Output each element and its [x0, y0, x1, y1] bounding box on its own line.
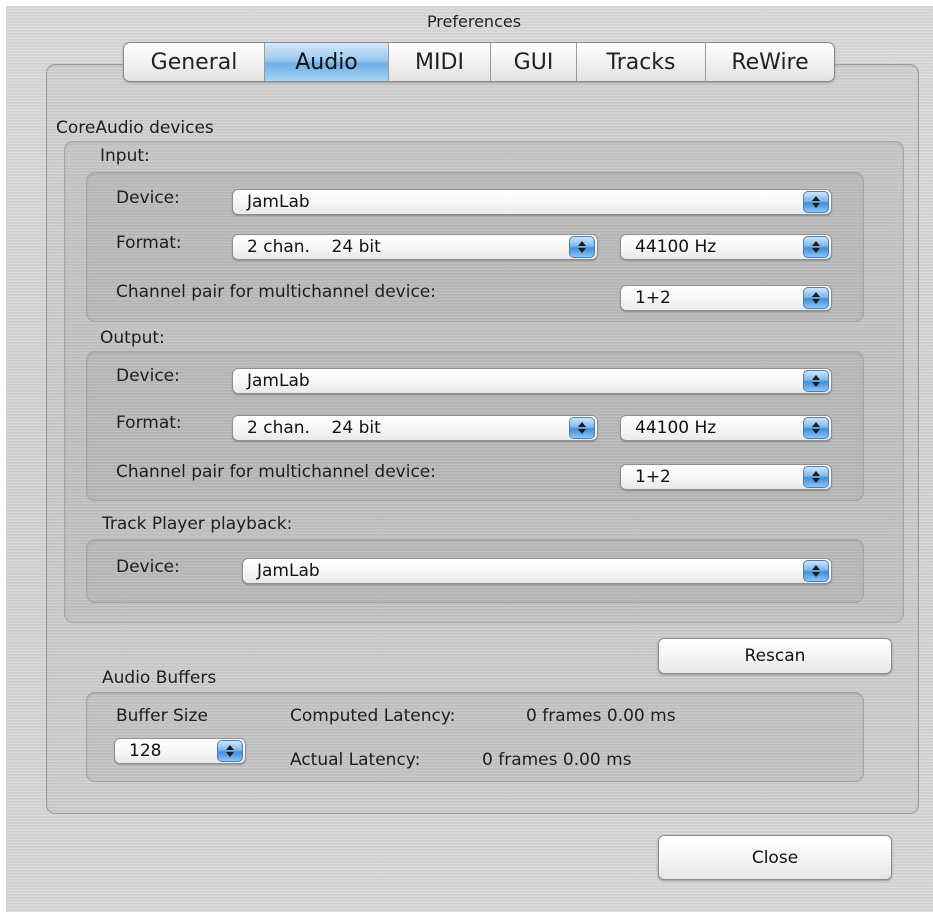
output-rate-value: 44100 Hz	[635, 418, 717, 438]
audio-buffers-heading: Audio Buffers	[102, 668, 217, 688]
input-channel-pair-label: Channel pair for multichannel device:	[116, 282, 436, 302]
output-heading: Output:	[100, 328, 165, 348]
tab-tracks[interactable]: Tracks	[577, 43, 706, 81]
buffer-size-popup[interactable]: 128	[114, 738, 246, 764]
output-format-value: 2 chan. 24 bit	[247, 418, 381, 438]
input-format-label: Format:	[116, 233, 182, 253]
up-down-chevron-icon	[803, 236, 829, 258]
tab-bar: General Audio MIDI GUI Tracks ReWire	[123, 42, 835, 82]
up-down-chevron-icon	[217, 740, 243, 762]
up-down-chevron-icon	[803, 466, 829, 488]
input-device-label: Device:	[116, 188, 180, 208]
buffer-size-label: Buffer Size	[116, 706, 208, 726]
input-channel-pair-value: 1+2	[635, 288, 671, 308]
up-down-chevron-icon	[569, 236, 595, 258]
input-device-popup[interactable]: JamLab	[232, 189, 832, 215]
track-player-device-popup[interactable]: JamLab	[242, 558, 832, 584]
tab-rewire[interactable]: ReWire	[706, 43, 834, 81]
buffer-size-value: 128	[129, 741, 162, 761]
up-down-chevron-icon	[803, 370, 829, 392]
coreaudio-heading: CoreAudio devices	[56, 118, 214, 138]
output-device-popup[interactable]: JamLab	[232, 368, 832, 394]
computed-latency-label: Computed Latency:	[290, 706, 456, 726]
output-channel-pair-value: 1+2	[635, 467, 671, 487]
up-down-chevron-icon	[803, 560, 829, 582]
tab-gui[interactable]: GUI	[491, 43, 577, 81]
track-player-device-value: JamLab	[257, 561, 320, 581]
rescan-button[interactable]: Rescan	[658, 638, 892, 674]
input-format-popup[interactable]: 2 chan. 24 bit	[232, 234, 598, 260]
up-down-chevron-icon	[803, 287, 829, 309]
tab-audio[interactable]: Audio	[265, 43, 389, 81]
input-device-value: JamLab	[247, 192, 310, 212]
output-channel-pair-label: Channel pair for multichannel device:	[116, 462, 436, 482]
output-channel-pair-popup[interactable]: 1+2	[620, 464, 832, 490]
input-heading: Input:	[100, 146, 150, 166]
preferences-window: Preferences General Audio MIDI GUI Track…	[6, 6, 933, 912]
input-channel-pair-popup[interactable]: 1+2	[620, 285, 832, 311]
actual-latency-label: Actual Latency:	[290, 750, 421, 770]
actual-latency-value: 0 frames 0.00 ms	[482, 750, 632, 770]
input-rate-popup[interactable]: 44100 Hz	[620, 234, 832, 260]
up-down-chevron-icon	[569, 417, 595, 439]
tab-general[interactable]: General	[124, 43, 265, 81]
window-title: Preferences	[426, 12, 522, 31]
output-format-label: Format:	[116, 413, 182, 433]
track-player-heading: Track Player playback:	[102, 514, 293, 534]
output-format-popup[interactable]: 2 chan. 24 bit	[232, 415, 598, 441]
track-player-device-label: Device:	[116, 557, 180, 577]
computed-latency-value: 0 frames 0.00 ms	[526, 706, 676, 726]
output-rate-popup[interactable]: 44100 Hz	[620, 415, 832, 441]
up-down-chevron-icon	[803, 191, 829, 213]
tab-midi[interactable]: MIDI	[389, 43, 491, 81]
input-rate-value: 44100 Hz	[635, 237, 717, 257]
output-device-value: JamLab	[247, 371, 310, 391]
input-format-value: 2 chan. 24 bit	[247, 237, 381, 257]
close-button[interactable]: Close	[658, 835, 892, 880]
output-device-label: Device:	[116, 366, 180, 386]
up-down-chevron-icon	[803, 417, 829, 439]
